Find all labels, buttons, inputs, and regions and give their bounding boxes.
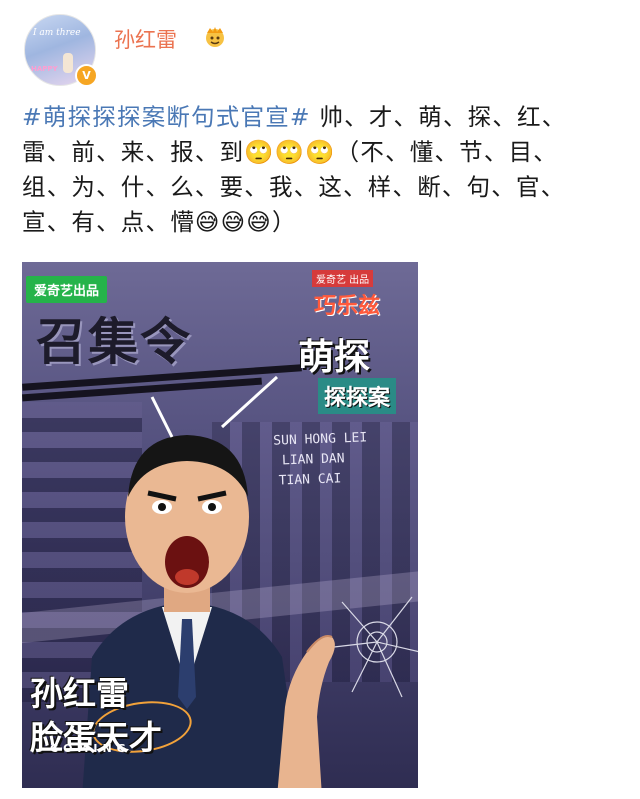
producer-badge: 爱奇艺出品	[26, 276, 108, 303]
coming-label: COMING	[50, 742, 131, 755]
post-line-2: 雷、前、来、报、到🙄🙄🙄（不、懂、节、目、	[22, 138, 558, 166]
pointing-hand	[277, 635, 335, 788]
crown-icon	[206, 27, 224, 47]
post-image[interactable]: 爱奇艺出品 召集令 爱奇艺 出品 巧乐兹 萌探 探探案 SUN HONG LEI…	[22, 262, 418, 788]
post-text: #萌探探探案断句式官宣# 帅、才、萌、探、红、 雷、前、来、报、到🙄🙄🙄（不、懂…	[22, 100, 622, 240]
person-name: 孙红雷	[30, 674, 129, 713]
post-line-3: 组、为、什、么、要、我、这、样、断、句、官、	[22, 173, 566, 201]
post-line-1: #萌探探探案断句式官宣# 帅、才、萌、探、红、	[22, 100, 622, 135]
avatar-figure	[63, 53, 73, 73]
post-line-1-text: 帅、才、萌、探、红、	[310, 103, 567, 131]
show-title-line2: 探探案	[318, 378, 397, 414]
post-header: I am three HAPPY V 孙红雷	[24, 14, 614, 87]
verified-icon: V	[75, 64, 98, 87]
avatar-subcaption: HAPPY	[31, 65, 58, 73]
verified-mark: V	[82, 69, 91, 82]
username[interactable]: 孙红雷	[114, 24, 177, 54]
avatar-caption: I am three	[33, 28, 81, 38]
show-brand: 爱奇艺 出品	[312, 270, 374, 287]
hashtag-link[interactable]: #萌探探探案断句式官宣#	[22, 103, 311, 131]
post-line-4: 宣、有、点、懵😅😅😅）	[22, 208, 297, 236]
show-name-stylized: 巧乐兹	[314, 294, 381, 319]
